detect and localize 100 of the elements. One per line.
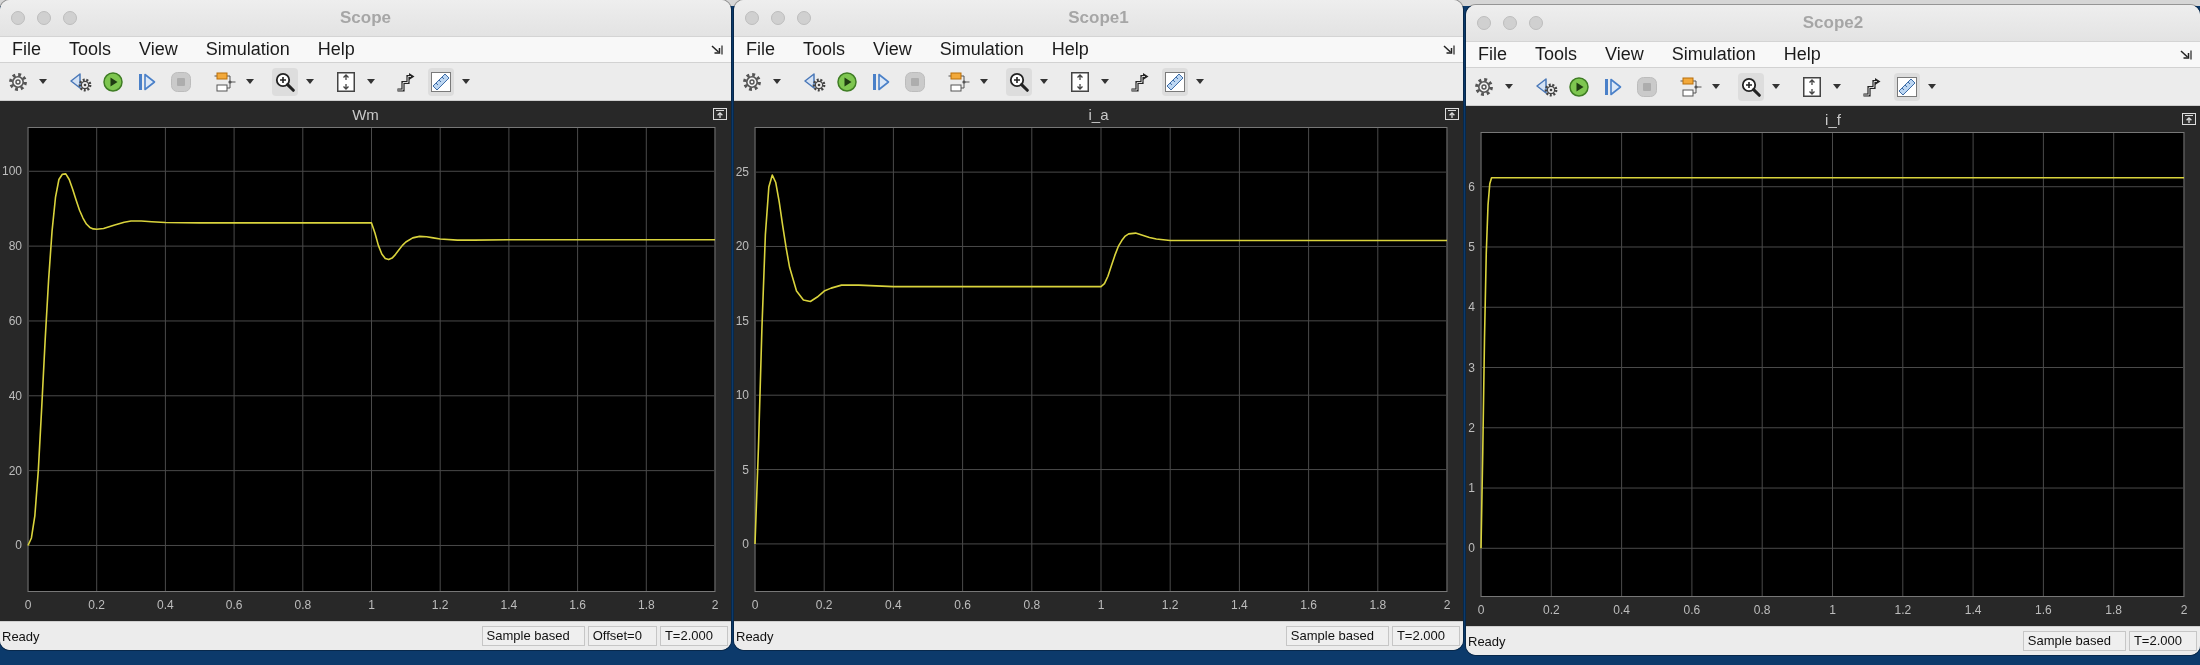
caret-icon[interactable] — [306, 79, 314, 84]
menu-item[interactable]: Tools — [69, 39, 112, 60]
play-icon — [103, 71, 123, 92]
tick-label: 0.2 — [815, 598, 833, 612]
corner-arrow-icon[interactable] — [1443, 44, 1455, 55]
status-field: Sample based — [1285, 626, 1389, 646]
caret-icon[interactable] — [246, 79, 254, 84]
tick-label: 100 — [1, 164, 22, 179]
tick-label: 1.2 — [431, 598, 449, 612]
tick-label: 1.8 — [1369, 598, 1387, 612]
stop-icon — [171, 71, 191, 92]
tick-label: 0.4 — [885, 598, 902, 612]
menu-item[interactable]: Simulation — [1671, 44, 1756, 65]
tick-label: 0 — [742, 536, 749, 551]
menu-item[interactable]: Help — [1051, 39, 1089, 60]
caret-icon[interactable] — [39, 79, 47, 84]
box-arrow-up-icon[interactable] — [2182, 113, 2196, 125]
status-field: Sample based — [481, 626, 585, 646]
tick-label: 0.8 — [294, 598, 312, 612]
menu-item[interactable]: Simulation — [939, 39, 1024, 60]
caret-icon[interactable] — [1833, 84, 1841, 89]
measure-button[interactable] — [428, 67, 454, 96]
caret-icon[interactable] — [1772, 84, 1780, 89]
plot-title: Wm — [352, 105, 379, 123]
tick-label: 1.4 — [1964, 603, 1982, 617]
status-text: Ready — [1468, 633, 1506, 649]
tick-label: 1.2 — [1894, 603, 1912, 617]
tick-label: 0.6 — [954, 598, 971, 612]
window-title: Scope — [340, 8, 391, 28]
tick-label: 1.8 — [637, 598, 655, 612]
caret-icon[interactable] — [462, 79, 470, 84]
box-arrow-up-icon[interactable] — [713, 108, 727, 120]
gear-icon — [1474, 76, 1494, 97]
step-back-icon — [1536, 76, 1558, 97]
measure-button[interactable] — [1162, 67, 1188, 96]
tick-label: 4 — [1468, 300, 1475, 315]
menu-item[interactable]: Tools — [1535, 44, 1578, 65]
corner-arrow-icon[interactable] — [711, 44, 723, 55]
status-field: T=2.000 — [2128, 631, 2197, 651]
menu-item[interactable]: View — [1605, 44, 1644, 65]
caret-icon[interactable] — [1101, 79, 1109, 84]
gear-icon — [8, 71, 28, 92]
menu-item[interactable]: View — [139, 39, 178, 60]
tick-label: 0.8 — [1023, 598, 1041, 612]
tick-label: 1.6 — [2035, 603, 2052, 617]
step-forward-icon — [138, 72, 156, 91]
menu-item[interactable]: Tools — [803, 39, 846, 60]
caret-icon[interactable] — [773, 79, 781, 84]
menu-item[interactable]: Help — [1783, 44, 1821, 65]
vertical-arrows-icon — [1803, 76, 1821, 97]
menu-item[interactable]: File — [746, 39, 775, 60]
zoom-button[interactable] — [272, 67, 298, 96]
tick-label: 0 — [751, 598, 759, 612]
caret-icon[interactable] — [1505, 84, 1513, 89]
zoom-in-icon — [1009, 71, 1029, 92]
caret-icon[interactable] — [1928, 84, 1936, 89]
zoom-in-icon — [275, 71, 295, 92]
caret-icon[interactable] — [367, 79, 375, 84]
tick-label: 1 — [368, 598, 375, 612]
menu-item[interactable]: Simulation — [205, 39, 290, 60]
step-signal-icon — [396, 71, 416, 92]
measure-button[interactable] — [1894, 72, 1920, 101]
window-title: Scope2 — [1802, 13, 1864, 33]
block-diagram-icon — [214, 71, 236, 92]
status-field: Sample based — [2022, 631, 2126, 651]
zoom-button[interactable] — [1006, 67, 1032, 96]
tick-label: 15 — [735, 313, 749, 328]
tick-label: 0 — [24, 598, 32, 612]
status-text: Ready — [2, 628, 40, 644]
tick-label: 0.4 — [157, 598, 174, 612]
tick-label: 10 — [735, 388, 749, 403]
menu-item[interactable]: File — [1478, 44, 1507, 65]
tick-label: 2 — [1443, 598, 1451, 612]
menu-item[interactable]: Help — [317, 39, 355, 60]
gear-icon — [742, 71, 762, 92]
tick-label: 2 — [2180, 603, 2188, 617]
menu-item[interactable]: View — [873, 39, 912, 60]
corner-arrow-icon[interactable] — [2180, 49, 2192, 60]
block-diagram-icon — [1680, 76, 1702, 97]
play-icon — [1569, 76, 1589, 97]
tick-label: 0 — [1468, 541, 1475, 556]
tick-label: 1 — [1829, 603, 1836, 617]
menu-item[interactable]: File — [12, 39, 41, 60]
tick-label: 20 — [735, 239, 749, 254]
step-signal-icon — [1862, 76, 1882, 97]
zoom-in-icon — [1741, 76, 1761, 97]
zoom-button[interactable] — [1738, 72, 1764, 101]
tick-label: 2 — [1468, 420, 1475, 435]
box-arrow-up-icon[interactable] — [1445, 108, 1459, 120]
caret-icon[interactable] — [1196, 79, 1204, 84]
caret-icon[interactable] — [1040, 79, 1048, 84]
caret-icon[interactable] — [1712, 84, 1720, 89]
block-diagram-icon — [948, 71, 970, 92]
status-text: Ready — [736, 628, 774, 644]
tick-label: 40 — [8, 388, 22, 403]
tick-label: 0.4 — [1613, 603, 1630, 617]
stop-icon — [905, 71, 925, 92]
tick-label: 0.6 — [1683, 603, 1701, 617]
play-icon — [837, 71, 857, 92]
caret-icon[interactable] — [980, 79, 988, 84]
